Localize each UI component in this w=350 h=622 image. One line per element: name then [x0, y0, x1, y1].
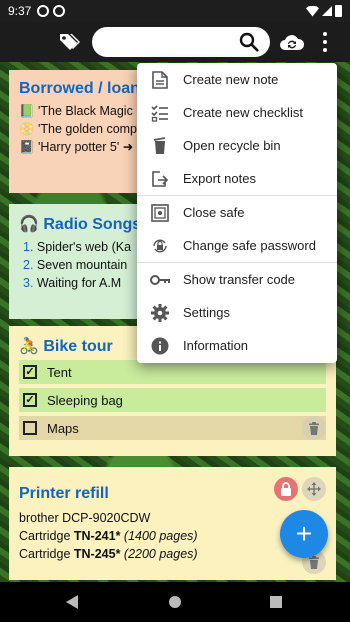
status-bar: 9:37 [0, 0, 350, 22]
text-part: Cartridge [19, 529, 74, 543]
menu-label: Create new checklist [183, 105, 303, 120]
list-number: 2. [23, 258, 34, 272]
checklist-label: Sleeping bag [47, 392, 123, 408]
add-note-fab[interactable]: + [280, 510, 328, 558]
dot [323, 48, 327, 52]
checkbox-checked[interactable]: ✓ [23, 393, 37, 407]
notification-icon [37, 5, 50, 17]
menu-item-recycle-bin[interactable]: Open recycle bin [137, 129, 337, 162]
italic-note: (2200 pages) [120, 547, 198, 561]
export-icon [150, 169, 170, 189]
recent-apps-icon[interactable] [270, 596, 282, 608]
list-text: Seven mountain [36, 258, 128, 272]
menu-item-export[interactable]: Export notes [137, 162, 337, 195]
overflow-menu: Create new note Create new checklist Ope… [137, 63, 337, 363]
overflow-menu-icon[interactable] [318, 32, 332, 52]
gear-icon [150, 303, 170, 323]
move-icon [307, 482, 321, 496]
checklist-label: Maps [47, 420, 79, 436]
lock-change-icon [150, 236, 170, 256]
note-line: Cartridge TN-245* (2200 pages) [19, 545, 326, 563]
menu-label: Create new note [183, 72, 279, 87]
menu-item-information[interactable]: Information [137, 329, 337, 362]
app-toolbar [0, 22, 350, 62]
menu-item-close-safe[interactable]: Close safe [137, 196, 337, 229]
menu-label: Settings [183, 305, 230, 320]
italic-note: (1400 pages) [120, 529, 198, 543]
recycle-bin-icon [150, 136, 170, 156]
tags-icon[interactable] [58, 32, 80, 52]
checkbox-unchecked[interactable] [23, 421, 37, 435]
text-part: Cartridge [19, 547, 74, 561]
cloud-sync-icon[interactable] [279, 31, 305, 53]
menu-label: Close safe [183, 205, 245, 220]
at-sign-icon [53, 5, 66, 17]
list-number: 3. [23, 276, 34, 290]
list-number: 1. [23, 240, 34, 254]
status-indicators [306, 5, 342, 17]
bold-model: TN-241* [73, 529, 121, 543]
menu-item-create-checklist[interactable]: Create new checklist [137, 96, 337, 129]
info-icon [150, 336, 170, 356]
menu-item-create-note[interactable]: Create new note [137, 63, 337, 96]
menu-item-transfer-code[interactable]: Show transfer code [137, 263, 337, 296]
dot [323, 32, 327, 36]
back-icon[interactable] [66, 595, 78, 609]
menu-label: Show transfer code [183, 272, 296, 287]
delete-item-button[interactable] [302, 416, 326, 440]
note-line: brother DCP-9020CDW [19, 511, 151, 525]
status-time: 9:37 [8, 4, 32, 18]
trash-icon [309, 555, 319, 569]
battery-icon [335, 5, 342, 17]
search-icon[interactable] [238, 31, 260, 53]
signal-icon [322, 6, 332, 16]
checklist-label: Tent [47, 364, 72, 380]
menu-item-change-safe-password[interactable]: Change safe password [137, 229, 337, 262]
menu-label: Open recycle bin [183, 138, 281, 153]
trash-icon [309, 421, 319, 435]
system-nav-bar [0, 582, 350, 622]
wifi-icon [306, 5, 319, 17]
checkbox-checked[interactable]: ✓ [23, 365, 37, 379]
home-icon[interactable] [169, 596, 181, 608]
checklist-icon [150, 103, 170, 123]
menu-label: Export notes [183, 171, 256, 186]
note-icon [150, 70, 170, 90]
move-note-button[interactable] [302, 477, 326, 501]
key-icon [150, 270, 170, 290]
lock-icon [281, 482, 291, 496]
list-text: Spider's web (Ka [36, 240, 132, 254]
safe-icon [150, 203, 170, 223]
checklist-item[interactable]: Maps [19, 416, 326, 440]
menu-label: Information [183, 338, 249, 353]
locked-note-button[interactable] [274, 477, 298, 501]
checklist-item[interactable]: ✓ Sleeping bag [19, 388, 326, 412]
list-text: Waiting for A.M [36, 276, 122, 290]
menu-label: Change safe password [183, 238, 316, 253]
checklist-item[interactable]: ✓ Tent [19, 360, 326, 384]
menu-item-settings[interactable]: Settings [137, 296, 337, 329]
bold-model: TN-245* [73, 547, 121, 561]
dot [323, 40, 327, 44]
